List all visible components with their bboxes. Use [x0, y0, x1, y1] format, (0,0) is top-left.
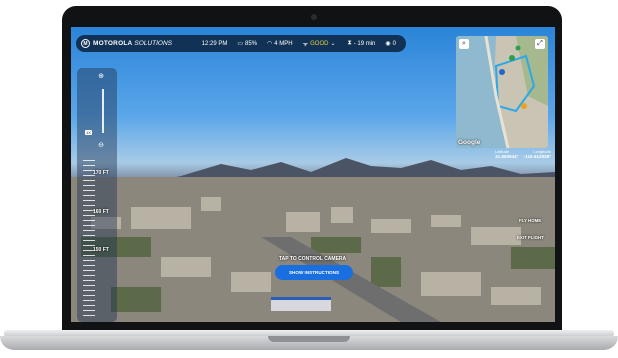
laptop-frame: M MOTOROLA SOLUTIONS 12:29 PM ▭ 85% ◠ 4 …: [0, 0, 618, 358]
show-instructions-button[interactable]: SHOW INSTRUCTIONS: [275, 265, 353, 280]
motorola-logo: M: [81, 39, 90, 48]
brand: M MOTOROLA SOLUTIONS: [81, 39, 202, 48]
altitude-scale: [83, 160, 95, 320]
exit-flight-button[interactable]: EXIT FLIGHT: [517, 235, 544, 240]
speed-value: 4 MPH: [274, 40, 293, 47]
viewers-stat: ◉ 0: [385, 40, 396, 48]
zoom-slider[interactable]: [102, 89, 104, 133]
altitude-tick-label: 150 FT: [93, 247, 109, 253]
status-bar: M MOTOROLA SOLUTIONS 12:29 PM ▭ 85% ◠ 4 …: [76, 35, 406, 52]
map-search-button[interactable]: ⌕: [459, 39, 469, 49]
flight-time-stat: ⧗ - 19 min: [348, 40, 376, 47]
zoom-in-icon[interactable]: ⊕: [97, 73, 105, 81]
battery-icon: ▭: [237, 41, 244, 47]
latitude-value: 31.960944°: [495, 154, 519, 159]
signal-stat[interactable]: ᯤ GOOD ⌄: [303, 40, 338, 48]
brand-name: MOTOROLA: [93, 40, 133, 47]
viewers-value: 0: [392, 40, 396, 47]
zoom-level-label: 1X: [85, 130, 92, 135]
fly-home-button[interactable]: FLY HOME: [519, 218, 541, 223]
flight-time-value: - 19 min: [353, 40, 376, 47]
map-graphic: [456, 36, 548, 148]
battery-value: 85%: [245, 40, 258, 47]
time-value: 12:29 PM: [201, 40, 228, 47]
longitude-value: -116.612838°: [523, 154, 551, 159]
signal-value: GOOD: [310, 40, 329, 47]
city-scene: [71, 177, 555, 322]
battery-stat: ▭ 85%: [237, 40, 258, 48]
eye-icon: ◉: [385, 41, 391, 47]
brand-sub: SOLUTIONS: [134, 40, 172, 47]
altitude-zoom-panel: ⊕ 1X ⊖ 170 FT 160 FT 150 FT: [77, 68, 117, 322]
tap-to-control-hint: TAP TO CONTROL CAMERA: [279, 256, 347, 262]
altitude-tick-label: 170 FT: [93, 170, 109, 176]
time-stat: 12:29 PM: [202, 41, 228, 47]
speedometer-icon: ◠: [267, 41, 273, 47]
minimap[interactable]: ⌕ ⤢ Google: [456, 36, 548, 148]
coordinates: Latitude Longitude 31.960944° -116.61283…: [495, 149, 551, 159]
laptop-notch: [268, 336, 350, 342]
altitude-tick-label: 160 FT: [93, 209, 109, 215]
zoom-out-icon[interactable]: ⊖: [97, 142, 105, 150]
signal-icon: ᯤ: [302, 41, 309, 48]
chevron-down-icon: ⌄: [330, 41, 336, 47]
drone-video-feed[interactable]: M MOTOROLA SOLUTIONS 12:29 PM ▭ 85% ◠ 4 …: [71, 27, 555, 322]
webcam: [311, 14, 317, 20]
speed-stat: ◠ 4 MPH: [267, 40, 293, 48]
map-expand-button[interactable]: ⤢: [535, 39, 545, 49]
hourglass-icon: ⧗: [347, 40, 352, 46]
google-logo: Google: [458, 139, 481, 146]
